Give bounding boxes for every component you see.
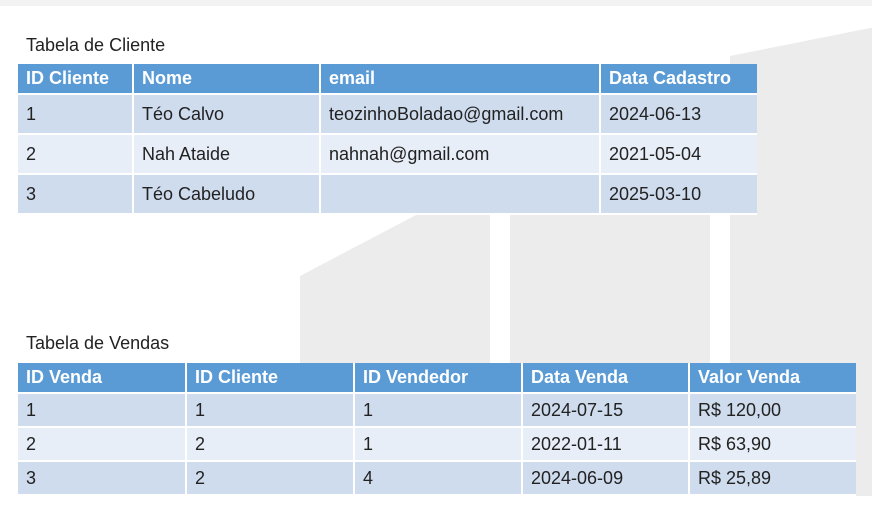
- cell-valor-venda: R$ 63,90: [689, 427, 856, 462]
- cell-nome: Téo Calvo: [133, 94, 321, 135]
- column-header-valor-venda: Valor Venda: [689, 363, 856, 394]
- cell-valor-venda: R$ 25,89: [689, 461, 856, 496]
- vendas-table-title: Tabela de Vendas: [26, 333, 170, 353]
- cell-data-cadastro: 2021-05-04: [600, 134, 757, 175]
- column-header-nome: Nome: [133, 64, 321, 95]
- cell-email: teozinhoBoladao@gmail.com: [320, 94, 601, 135]
- cell-email: nahnah@gmail.com: [320, 134, 601, 175]
- vendas-table: ID Venda ID Cliente ID Vendedor Data Ven…: [18, 363, 856, 496]
- table-row: 2 Nah Ataide nahnah@gmail.com 2021-05-04: [18, 134, 757, 175]
- table-row: 3 2 4 2024-06-09 R$ 25,89: [18, 461, 856, 496]
- table-header-row: ID Venda ID Cliente ID Vendedor Data Ven…: [18, 363, 856, 394]
- column-header-id-cliente: ID Cliente: [18, 64, 134, 95]
- table-row: 2 2 1 2022-01-11 R$ 63,90: [18, 427, 856, 462]
- cell-id-cliente: 2: [186, 427, 355, 462]
- cell-nome: Téo Cabeludo: [133, 174, 321, 215]
- column-header-id-vendedor: ID Vendedor: [354, 363, 523, 394]
- clientes-table: ID Cliente Nome email Data Cadastro 1 Té…: [18, 64, 757, 215]
- column-header-id-venda: ID Venda: [18, 363, 187, 394]
- cell-id-cliente: 3: [18, 174, 134, 215]
- cell-id-vendedor: 1: [354, 393, 523, 428]
- table-row: 1 1 1 2024-07-15 R$ 120,00: [18, 393, 856, 428]
- column-header-data-venda: Data Venda: [522, 363, 690, 394]
- column-header-data-cadastro: Data Cadastro: [600, 64, 757, 95]
- column-header-id-cliente: ID Cliente: [186, 363, 355, 394]
- clientes-table-title: Tabela de Cliente: [26, 35, 166, 55]
- cell-id-cliente: 2: [18, 134, 134, 175]
- table-header-row: ID Cliente Nome email Data Cadastro: [18, 64, 757, 95]
- cell-id-cliente: 1: [18, 94, 134, 135]
- cell-data-venda: 2024-06-09: [522, 461, 690, 496]
- cell-id-vendedor: 1: [354, 427, 523, 462]
- cell-id-cliente: 2: [186, 461, 355, 496]
- cell-id-venda: 3: [18, 461, 187, 496]
- table-row: 3 Téo Cabeludo 2025-03-10: [18, 174, 757, 215]
- slide: Tabela de Cliente ID Cliente Nome email …: [0, 6, 872, 519]
- cell-id-venda: 2: [18, 427, 187, 462]
- cell-data-venda: 2024-07-15: [522, 393, 690, 428]
- cell-data-venda: 2022-01-11: [522, 427, 690, 462]
- cell-id-vendedor: 4: [354, 461, 523, 496]
- cell-nome: Nah Ataide: [133, 134, 321, 175]
- cell-id-cliente: 1: [186, 393, 355, 428]
- cell-data-cadastro: 2025-03-10: [600, 174, 757, 215]
- table-row: 1 Téo Calvo teozinhoBoladao@gmail.com 20…: [18, 94, 757, 135]
- cell-valor-venda: R$ 120,00: [689, 393, 856, 428]
- cell-id-venda: 1: [18, 393, 187, 428]
- cell-data-cadastro: 2024-06-13: [600, 94, 757, 135]
- column-header-email: email: [320, 64, 601, 95]
- cell-email: [320, 174, 601, 215]
